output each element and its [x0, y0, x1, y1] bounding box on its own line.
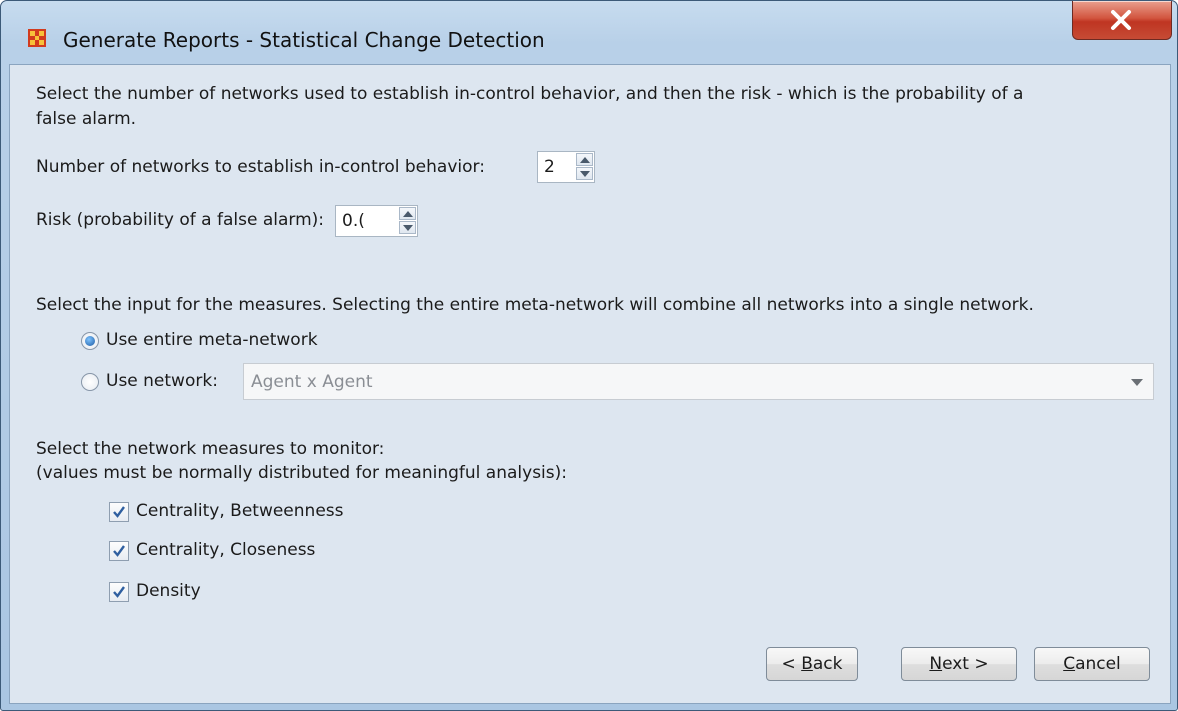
- density-label[interactable]: Density: [136, 581, 201, 601]
- risk-value[interactable]: 0.(: [342, 211, 366, 231]
- measures-instruction-line1: Select the network measures to monitor:: [36, 439, 385, 459]
- title-bar[interactable]: Generate Reports - Statistical Change De…: [1, 1, 1177, 63]
- cancel-button[interactable]: Cancel: [1034, 647, 1150, 681]
- dialog-content: Select the number of networks used to es…: [9, 64, 1171, 704]
- next-button-rest: ext >: [942, 654, 989, 674]
- measures-instruction-line2: (values must be normally distributed for…: [36, 463, 567, 483]
- risk-label: Risk (probability of a false alarm):: [36, 210, 325, 230]
- networks-count-value[interactable]: 2: [544, 157, 555, 177]
- next-button-mnemonic: N: [929, 654, 943, 674]
- app-grid-icon: [28, 29, 46, 47]
- betweenness-label[interactable]: Centrality, Betweenness: [136, 501, 344, 521]
- spin-up-button[interactable]: [399, 207, 416, 220]
- input-instruction: Select the input for the measures. Selec…: [36, 295, 1034, 315]
- closeness-label[interactable]: Centrality, Closeness: [136, 540, 315, 560]
- back-button-mnemonic: B: [801, 654, 813, 674]
- betweenness-checkbox[interactable]: [109, 502, 129, 522]
- checkmark-icon: [113, 586, 125, 598]
- dialog-window: Generate Reports - Statistical Change De…: [0, 0, 1178, 711]
- network-select-value: Agent x Agent: [251, 372, 373, 392]
- window-title: Generate Reports - Statistical Change De…: [63, 28, 545, 52]
- density-checkbox[interactable]: [109, 582, 129, 602]
- spin-down-button[interactable]: [576, 167, 593, 180]
- networks-count-spinner[interactable]: 2: [537, 151, 595, 183]
- use-meta-network-label[interactable]: Use entire meta-network: [106, 330, 318, 350]
- intro-text-line1: Select the number of networks used to es…: [36, 84, 1024, 104]
- networks-count-label: Number of networks to establish in-contr…: [36, 157, 485, 177]
- risk-spinner[interactable]: 0.(: [335, 205, 418, 237]
- checkmark-icon: [113, 545, 125, 557]
- close-button[interactable]: [1072, 1, 1172, 40]
- closeness-checkbox[interactable]: [109, 541, 129, 561]
- arrow-up-icon: [403, 211, 413, 217]
- spin-down-button[interactable]: [399, 221, 416, 234]
- back-button-prefix: <: [781, 654, 802, 674]
- use-network-label[interactable]: Use network:: [106, 371, 218, 391]
- back-button-rest: ack: [812, 654, 843, 674]
- checkmark-icon: [113, 506, 125, 518]
- next-button[interactable]: Next >: [901, 647, 1017, 681]
- use-meta-network-radio[interactable]: [81, 332, 99, 350]
- arrow-up-icon: [580, 157, 590, 163]
- cancel-button-rest: ancel: [1075, 654, 1121, 674]
- arrow-down-icon: [580, 171, 590, 177]
- cancel-button-mnemonic: C: [1063, 654, 1076, 674]
- chevron-down-icon: [1131, 379, 1143, 386]
- network-select[interactable]: Agent x Agent: [243, 363, 1154, 400]
- close-icon: [1111, 10, 1131, 30]
- use-network-radio[interactable]: [81, 373, 99, 391]
- spin-up-button[interactable]: [576, 153, 593, 166]
- arrow-down-icon: [403, 225, 413, 231]
- back-button[interactable]: < Back: [766, 647, 858, 681]
- intro-text-line2: false alarm.: [36, 109, 137, 129]
